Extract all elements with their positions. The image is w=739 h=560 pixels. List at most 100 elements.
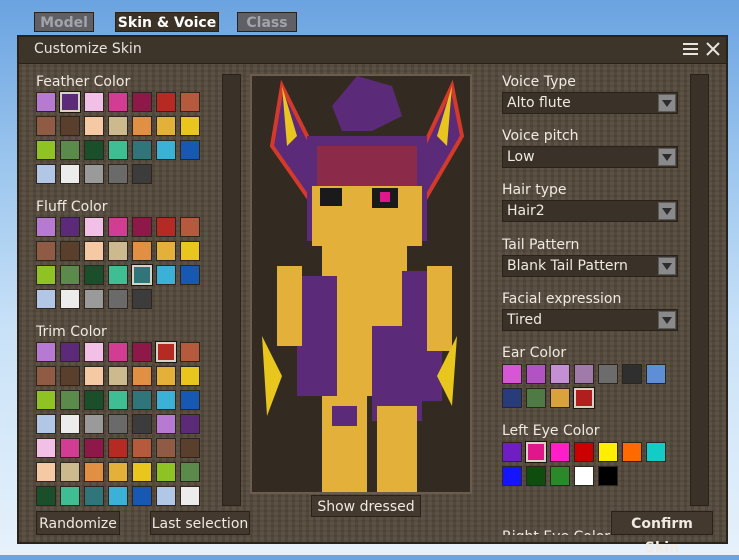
trim-color-swatch[interactable]	[156, 414, 176, 434]
trim-color-swatch[interactable]	[108, 390, 128, 410]
feather-color-swatch[interactable]	[60, 116, 80, 136]
trim-color-swatch[interactable]	[108, 486, 128, 506]
left-eye-color-swatch[interactable]	[502, 466, 522, 486]
fluff-color-swatch[interactable]	[84, 241, 104, 261]
fluff-color-swatch[interactable]	[180, 217, 200, 237]
left-scrollbar[interactable]	[222, 74, 241, 506]
ear-color-swatch[interactable]	[526, 388, 546, 408]
last-selection-button[interactable]: Last selection	[150, 511, 250, 535]
close-icon[interactable]	[705, 41, 721, 57]
fluff-color-swatch[interactable]	[156, 265, 176, 285]
fluff-color-swatch[interactable]	[60, 241, 80, 261]
trim-color-swatch[interactable]	[132, 414, 152, 434]
ear-color-swatch[interactable]	[622, 364, 642, 384]
trim-color-swatch[interactable]	[180, 342, 200, 362]
trim-color-swatch[interactable]	[132, 390, 152, 410]
fluff-color-swatch[interactable]	[36, 217, 56, 237]
trim-color-swatch[interactable]	[36, 366, 56, 386]
fluff-color-swatch[interactable]	[60, 217, 80, 237]
fluff-color-swatch[interactable]	[132, 265, 152, 285]
feather-color-swatch[interactable]	[156, 116, 176, 136]
trim-color-swatch[interactable]	[156, 438, 176, 458]
trim-color-swatch[interactable]	[36, 414, 56, 434]
trim-color-swatch[interactable]	[132, 342, 152, 362]
ear-color-swatch[interactable]	[502, 364, 522, 384]
feather-color-swatch[interactable]	[36, 116, 56, 136]
fluff-color-swatch[interactable]	[132, 241, 152, 261]
left-eye-color-swatch[interactable]	[622, 442, 642, 462]
feather-color-swatch[interactable]	[36, 140, 56, 160]
trim-color-swatch[interactable]	[84, 438, 104, 458]
fluff-color-swatch[interactable]	[60, 289, 80, 309]
character-preview[interactable]	[250, 74, 472, 494]
feather-color-swatch[interactable]	[60, 164, 80, 184]
feather-color-swatch[interactable]	[60, 92, 80, 112]
trim-color-swatch[interactable]	[36, 342, 56, 362]
feather-color-swatch[interactable]	[180, 116, 200, 136]
facial-expression-dropdown[interactable]: Tired	[502, 309, 678, 331]
randomize-button[interactable]: Randomize	[36, 511, 120, 535]
left-eye-color-swatch[interactable]	[526, 466, 546, 486]
feather-color-swatch[interactable]	[132, 92, 152, 112]
fluff-color-swatch[interactable]	[156, 217, 176, 237]
trim-color-swatch[interactable]	[132, 438, 152, 458]
fluff-color-swatch[interactable]	[84, 217, 104, 237]
trim-color-swatch[interactable]	[36, 486, 56, 506]
tail-pattern-dropdown[interactable]: Blank Tail Pattern	[502, 255, 678, 277]
trim-color-swatch[interactable]	[108, 342, 128, 362]
right-scrollbar[interactable]	[690, 74, 709, 506]
tab-model[interactable]: Model	[34, 12, 94, 32]
trim-color-swatch[interactable]	[36, 438, 56, 458]
fluff-color-swatch[interactable]	[108, 289, 128, 309]
fluff-color-swatch[interactable]	[60, 265, 80, 285]
ear-color-swatch[interactable]	[646, 364, 666, 384]
feather-color-swatch[interactable]	[108, 116, 128, 136]
voice-type-dropdown[interactable]: Alto flute	[502, 92, 678, 114]
feather-color-swatch[interactable]	[108, 140, 128, 160]
trim-color-swatch[interactable]	[180, 390, 200, 410]
trim-color-swatch[interactable]	[180, 462, 200, 482]
trim-color-swatch[interactable]	[156, 462, 176, 482]
trim-color-swatch[interactable]	[108, 438, 128, 458]
feather-color-swatch[interactable]	[156, 140, 176, 160]
left-eye-color-swatch[interactable]	[598, 442, 618, 462]
trim-color-swatch[interactable]	[36, 390, 56, 410]
fluff-color-swatch[interactable]	[108, 217, 128, 237]
trim-color-swatch[interactable]	[132, 486, 152, 506]
fluff-color-swatch[interactable]	[108, 265, 128, 285]
trim-color-swatch[interactable]	[108, 366, 128, 386]
trim-color-swatch[interactable]	[84, 414, 104, 434]
trim-color-swatch[interactable]	[60, 366, 80, 386]
trim-color-swatch[interactable]	[132, 462, 152, 482]
feather-color-swatch[interactable]	[180, 92, 200, 112]
left-eye-color-swatch[interactable]	[646, 442, 666, 462]
feather-color-swatch[interactable]	[108, 92, 128, 112]
trim-color-swatch[interactable]	[132, 366, 152, 386]
fluff-color-swatch[interactable]	[180, 241, 200, 261]
trim-color-swatch[interactable]	[60, 462, 80, 482]
ear-color-swatch[interactable]	[550, 364, 570, 384]
trim-color-swatch[interactable]	[108, 414, 128, 434]
left-eye-color-swatch[interactable]	[574, 442, 594, 462]
trim-color-swatch[interactable]	[60, 486, 80, 506]
trim-color-swatch[interactable]	[36, 462, 56, 482]
trim-color-swatch[interactable]	[60, 342, 80, 362]
left-eye-color-swatch[interactable]	[598, 466, 618, 486]
feather-color-swatch[interactable]	[84, 140, 104, 160]
trim-color-swatch[interactable]	[156, 486, 176, 506]
trim-color-swatch[interactable]	[84, 342, 104, 362]
trim-color-swatch[interactable]	[156, 366, 176, 386]
fluff-color-swatch[interactable]	[84, 289, 104, 309]
left-eye-color-swatch[interactable]	[550, 466, 570, 486]
left-eye-color-swatch[interactable]	[526, 442, 546, 462]
tab-skin-voice[interactable]: Skin & Voice	[115, 12, 219, 32]
left-eye-color-swatch[interactable]	[550, 442, 570, 462]
feather-color-swatch[interactable]	[84, 92, 104, 112]
trim-color-swatch[interactable]	[84, 366, 104, 386]
fluff-color-swatch[interactable]	[132, 289, 152, 309]
trim-color-swatch[interactable]	[156, 390, 176, 410]
trim-color-swatch[interactable]	[180, 438, 200, 458]
fluff-color-swatch[interactable]	[132, 217, 152, 237]
feather-color-swatch[interactable]	[108, 164, 128, 184]
feather-color-swatch[interactable]	[132, 140, 152, 160]
